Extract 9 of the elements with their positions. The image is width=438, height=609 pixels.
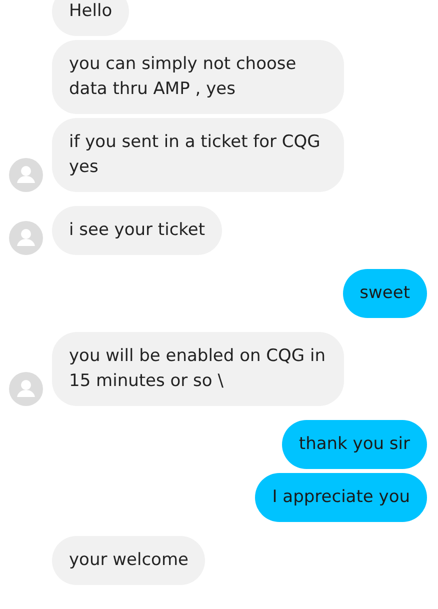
message-bubble: your welcome: [52, 536, 206, 585]
message-bubble: thank you sir: [282, 420, 427, 469]
message-bubble: Hello: [52, 0, 130, 36]
message-bubble: I appreciate you: [255, 473, 427, 522]
message-bubble: if you sent in a ticket for CQG yes: [52, 118, 344, 192]
message-bubble: i see your ticket: [52, 206, 222, 255]
message-bubble: you will be enabled on CQG in 15 minutes or so \: [52, 332, 344, 406]
message-bubble: you can simply not choose data thru AMP , yes: [52, 40, 344, 114]
message-bubble: sweet: [342, 269, 427, 318]
